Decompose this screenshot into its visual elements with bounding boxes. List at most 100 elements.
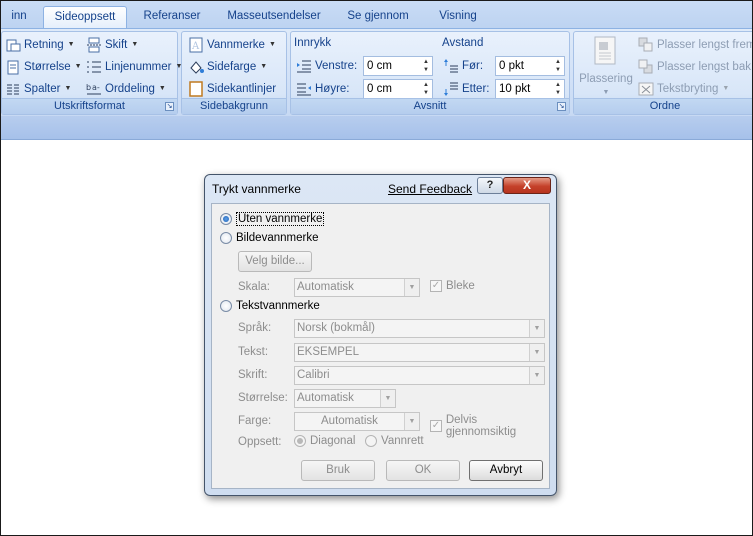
skrift-select[interactable]: Calibri ▼ — [294, 366, 545, 385]
farge-label: Farge: — [238, 415, 272, 427]
velg-bilde-button[interactable]: Velg bilde... — [238, 251, 312, 272]
etter-value: 10 pkt — [499, 83, 531, 95]
linjenummer-button[interactable]: Linjenummer ▼ — [86, 57, 182, 77]
tekstvannmerke-radio[interactable]: Tekstvannmerke — [220, 300, 320, 312]
plasser-bak-label: Plasser lengst bak — [657, 61, 751, 73]
skrift-value: Calibri — [297, 369, 330, 381]
radio-icon — [220, 300, 232, 312]
plasser-fremst-button[interactable]: Plasser lengst frem — [638, 35, 753, 55]
orddeling-button[interactable]: b a- Orddeling ▼ — [86, 79, 166, 99]
help-button[interactable]: ? — [477, 177, 503, 194]
tekstbryting-button[interactable]: Tekstbryting ▼ — [638, 79, 729, 99]
retning-button[interactable]: Retning ▼ — [5, 35, 75, 55]
dialog-launcher-icon[interactable]: ↘ — [165, 102, 174, 111]
hoyre-input[interactable]: 0 cm ▲ ▼ — [363, 79, 433, 99]
chevron-down-icon: ▼ — [268, 41, 276, 48]
plasser-bak-button[interactable]: Plasser lengst bak — [638, 57, 751, 77]
sidekantlinjer-button[interactable]: Sidekantlinjer — [188, 79, 276, 99]
chevron-down-icon: ▼ — [74, 63, 82, 70]
diagonal-radio[interactable]: Diagonal — [294, 435, 355, 447]
skala-select[interactable]: Automatisk ▼ — [294, 278, 420, 297]
group-avsnitt: Innrykk Venstre: 0 cm ▲ ▼ Høyre: 0 cm ▲ ▼ — [290, 31, 570, 115]
group-ordne: Plassering ▼ Plasser lengst frem Plasser … — [573, 31, 753, 115]
tab-masseutsendelser[interactable]: Masseutsendelser — [217, 6, 331, 28]
etter-row: Etter: — [443, 79, 489, 99]
sprak-select[interactable]: Norsk (bokmål) ▼ — [294, 319, 545, 338]
storrelse-select[interactable]: Automatisk ▼ — [294, 389, 396, 408]
skift-button[interactable]: Skift ▼ — [86, 35, 138, 55]
vannrett-radio[interactable]: Vannrett — [365, 435, 424, 447]
skrift-label: Skrift: — [238, 369, 268, 381]
spinner-arrows-icon[interactable]: ▲ ▼ — [421, 81, 431, 97]
tekst-label: Tekst: — [238, 346, 269, 358]
storrelse-button[interactable]: Størrelse ▼ — [5, 57, 82, 77]
retning-label: Retning — [24, 39, 64, 51]
vannmerke-button[interactable]: A Vannmerke ▼ — [188, 35, 276, 55]
innrykk-title: Innrykk — [294, 37, 332, 49]
svg-text:b: b — [86, 83, 91, 92]
venstre-row: Venstre: — [296, 56, 357, 76]
group-sidebakgrunn: A Vannmerke ▼ Sidefarge ▼ Sidekantlinjer S… — [181, 31, 287, 115]
for-row: Før: — [443, 56, 483, 76]
tekstbryting-label: Tekstbryting — [657, 83, 719, 95]
close-button[interactable]: X — [503, 177, 551, 194]
app-window: inn Sideoppsett Referanser Masseutsendel… — [0, 0, 753, 536]
tab-se-gjennom[interactable]: Se gjennom — [337, 6, 419, 28]
position-icon[interactable] — [592, 36, 618, 66]
bildevannmerke-radio[interactable]: Bildevannmerke — [220, 232, 318, 244]
plassering-button[interactable]: Plassering ▼ — [578, 73, 634, 97]
hoyre-value: 0 cm — [367, 83, 392, 95]
checkmark-icon: ✓ — [430, 420, 442, 432]
chevron-down-icon: ▼ — [602, 89, 610, 96]
for-label: Før: — [462, 60, 484, 72]
tab-referanser[interactable]: Referanser — [133, 6, 211, 28]
orientation-icon — [5, 37, 21, 53]
plasser-fremst-label: Plasser lengst frem — [657, 39, 753, 51]
skala-value: Automatisk — [297, 281, 354, 293]
indent-right-icon — [296, 81, 312, 97]
group-label: Ordne — [574, 98, 752, 114]
storrelse-value: Automatisk — [297, 392, 354, 404]
tekst-select[interactable]: EKSEMPEL ▼ — [294, 343, 545, 362]
spinner-arrows-icon[interactable]: ▲ ▼ — [553, 81, 563, 97]
send-feedback-link[interactable]: Send Feedback — [388, 182, 472, 196]
chevron-down-icon: ▼ — [722, 85, 730, 92]
text-wrapping-icon — [638, 81, 654, 97]
chevron-down-icon: ▼ — [529, 344, 544, 361]
dialog-launcher-icon[interactable]: ↘ — [557, 102, 566, 111]
tab-visning[interactable]: Visning — [425, 6, 491, 28]
venstre-input[interactable]: 0 cm ▲ ▼ — [363, 56, 433, 76]
tekst-value: EKSEMPEL — [297, 346, 359, 358]
radio-selected-icon — [294, 435, 306, 447]
chevron-down-icon: ▼ — [158, 85, 166, 92]
sidefarge-button[interactable]: Sidefarge ▼ — [188, 57, 267, 77]
chevron-down-icon: ▼ — [64, 85, 72, 92]
uten-vannmerke-radio[interactable]: Uten vannmerke — [220, 212, 325, 226]
tab-sideoppsett[interactable]: Sideoppsett — [43, 6, 127, 29]
bleke-checkbox[interactable]: ✓ Bleke — [430, 280, 475, 292]
skift-label: Skift — [105, 39, 128, 51]
chevron-down-icon: ▼ — [404, 413, 419, 430]
chevron-down-icon: ▼ — [131, 41, 139, 48]
delvis-gjennomsiktig-checkbox[interactable]: ✓ Delvis gjennomsiktig — [430, 414, 549, 438]
chevron-down-icon: ▼ — [404, 279, 419, 296]
tab-inn[interactable]: inn — [1, 6, 37, 28]
page-borders-icon — [188, 81, 204, 97]
avbryt-button[interactable]: Avbryt — [469, 460, 543, 481]
bruk-button[interactable]: Bruk — [301, 460, 375, 481]
spalter-button[interactable]: Spalter ▼ — [5, 79, 71, 99]
ok-button[interactable]: OK — [386, 460, 460, 481]
linjenummer-label: Linjenummer — [105, 61, 172, 73]
for-input[interactable]: 0 pkt ▲ ▼ — [495, 56, 565, 76]
watermark-icon: A — [188, 37, 204, 53]
spinner-arrows-icon[interactable]: ▲ ▼ — [421, 58, 431, 74]
farge-select[interactable]: Automatisk ▼ — [294, 412, 420, 431]
columns-icon — [5, 81, 21, 97]
diagonal-label: Diagonal — [310, 435, 356, 447]
indent-left-icon — [296, 58, 312, 74]
spinner-arrows-icon[interactable]: ▲ ▼ — [553, 58, 563, 74]
chevron-down-icon: ▼ — [380, 390, 395, 407]
line-numbers-icon — [86, 59, 102, 75]
sprak-label: Språk: — [238, 322, 272, 334]
etter-input[interactable]: 10 pkt ▲ ▼ — [495, 79, 565, 99]
